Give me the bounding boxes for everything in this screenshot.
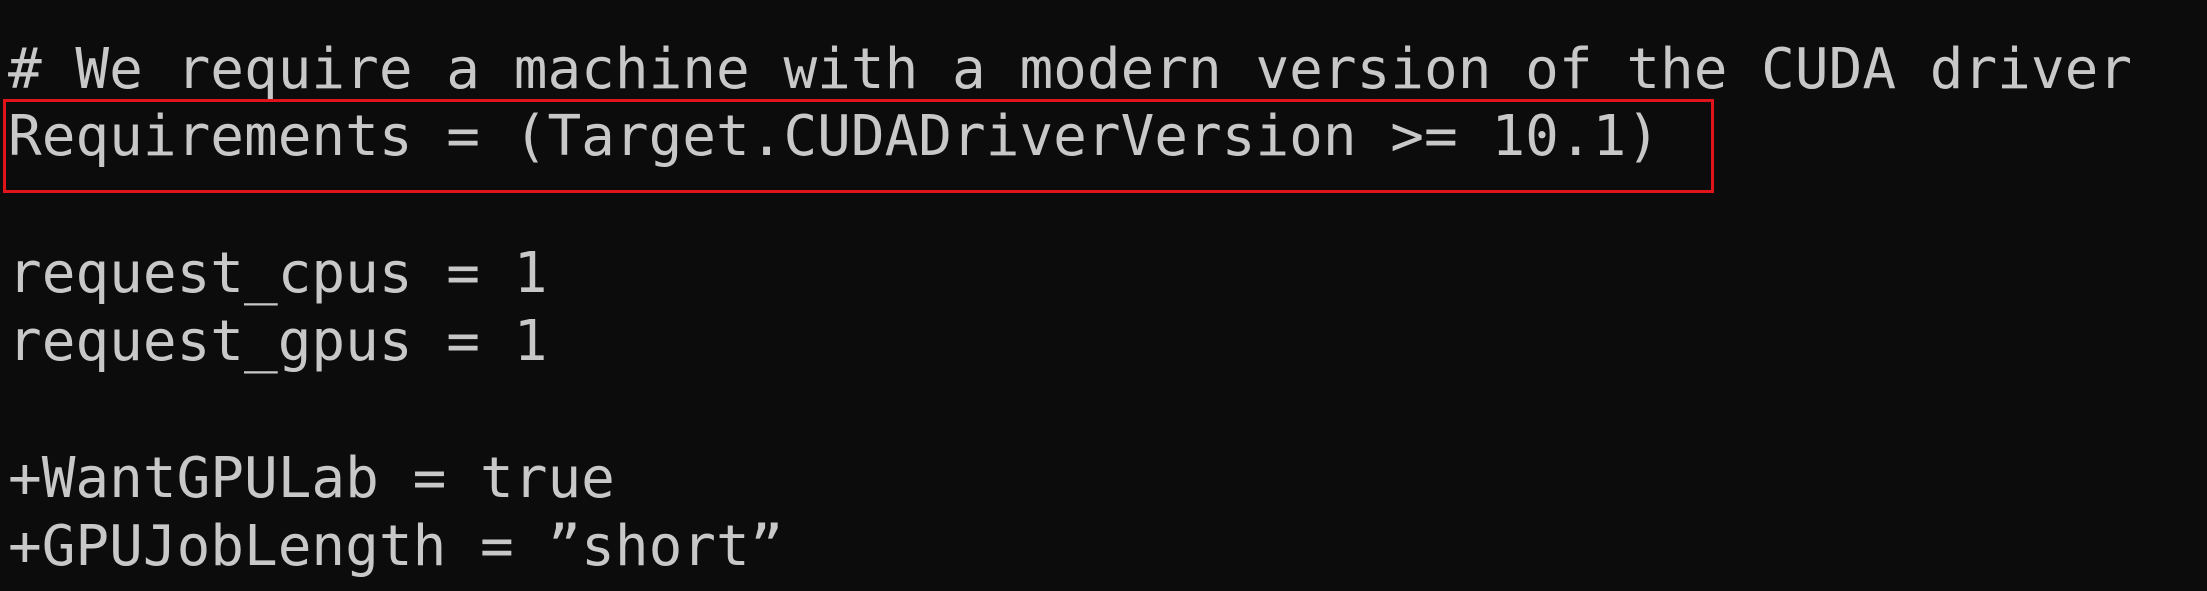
terminal-window[interactable]: # We require a machine with a modern ver…	[0, 0, 2207, 591]
want-gpulab-line: +WantGPULab = true	[8, 446, 615, 511]
comment-line: # We require a machine with a modern ver…	[8, 37, 2133, 102]
highlight-box	[3, 99, 1714, 193]
request-cpus-line: request_cpus = 1	[8, 241, 548, 306]
request-gpus-line: request_gpus = 1	[8, 309, 548, 374]
gpu-job-length-line: +GPUJobLength = ”short”	[8, 514, 784, 579]
